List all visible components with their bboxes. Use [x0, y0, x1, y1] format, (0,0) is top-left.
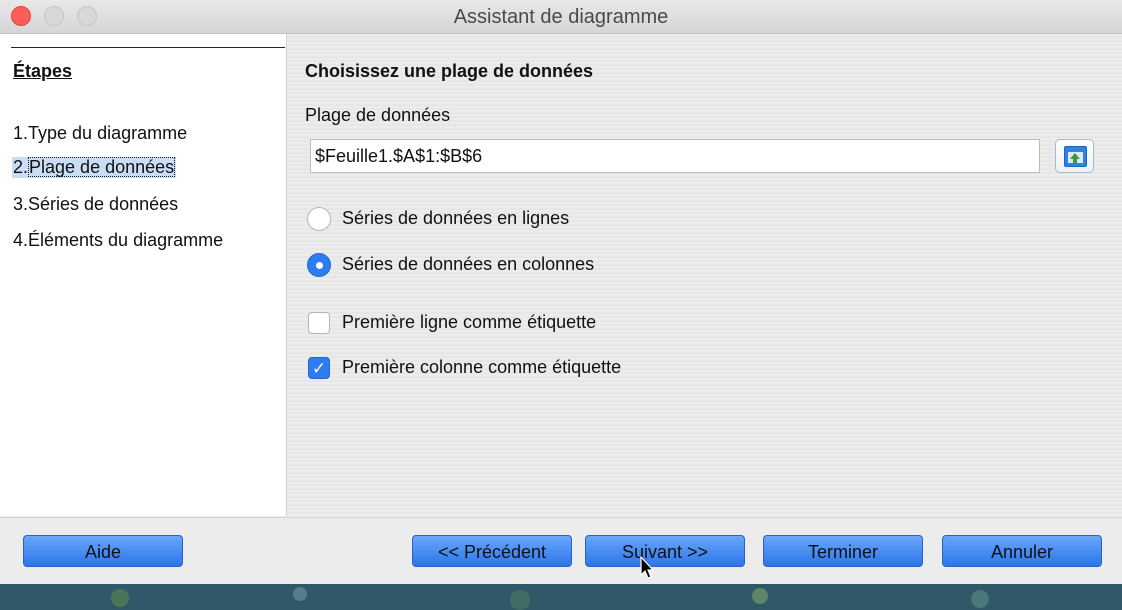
step-chart-elements[interactable]: 4.Éléments du diagramme: [13, 230, 223, 251]
window-title: Assistant de diagramme: [453, 6, 669, 28]
page-heading: Choisissez une plage de données: [305, 61, 594, 81]
previous-button[interactable]: << Précédent: [412, 535, 572, 567]
steps-panel: Étapes 1.Type du diagramme 2.Plage de do…: [0, 34, 287, 516]
steps-divider: [11, 47, 285, 48]
first-column-label-checkbox[interactable]: ✓: [308, 357, 330, 379]
series-in-columns-radio[interactable]: [307, 253, 331, 277]
series-in-rows-label: Séries de données en lignes: [342, 208, 570, 228]
title-bar[interactable]: Assistant de diagramme: [0, 0, 1122, 34]
data-range-page: Choisissez une plage de données Plage de…: [288, 34, 1122, 516]
step-number: 1.: [13, 123, 29, 143]
help-button[interactable]: Aide: [23, 535, 183, 567]
chart-wizard-window: Assistant de diagramme Étapes 1.Type du …: [0, 0, 1122, 584]
series-in-columns-label: Séries de données en colonnes: [342, 254, 595, 274]
mouse-cursor-icon: [640, 556, 654, 579]
radio-selected-dot: [316, 262, 323, 269]
step-label: Plage de données: [28, 157, 176, 177]
step-number: 3.: [13, 194, 29, 214]
step-number: 4.: [13, 230, 29, 250]
desktop-background: [0, 584, 1122, 610]
first-column-label-text: Première colonne comme étiquette: [342, 357, 622, 377]
step-data-range[interactable]: 2.Plage de données: [12, 157, 177, 178]
cancel-button[interactable]: Annuler: [942, 535, 1102, 567]
button-bar: Aide << Précédent Suivant >> Terminer An…: [0, 517, 1122, 584]
shrink-range-icon: [1064, 146, 1087, 167]
finish-button[interactable]: Terminer: [763, 535, 923, 567]
data-range-label: Plage de données: [305, 105, 451, 125]
steps-heading: Étapes: [13, 61, 73, 81]
step-chart-type[interactable]: 1.Type du diagramme: [13, 123, 187, 144]
step-label: Type du diagramme: [28, 123, 188, 143]
shrink-range-button[interactable]: [1055, 139, 1094, 173]
step-label: Séries de données: [28, 194, 179, 214]
step-label: Éléments du diagramme: [28, 230, 224, 250]
checkmark-icon: ✓: [311, 359, 327, 378]
first-row-label-text: Première ligne comme étiquette: [342, 312, 597, 332]
data-range-input[interactable]: [310, 139, 1040, 173]
next-button[interactable]: Suivant >>: [585, 535, 745, 567]
first-row-label-checkbox[interactable]: [308, 312, 330, 334]
arrow-stem: [1073, 158, 1077, 163]
step-number: 2.: [13, 157, 29, 177]
step-data-series[interactable]: 3.Séries de données: [13, 194, 178, 215]
series-in-rows-radio[interactable]: [307, 207, 331, 231]
